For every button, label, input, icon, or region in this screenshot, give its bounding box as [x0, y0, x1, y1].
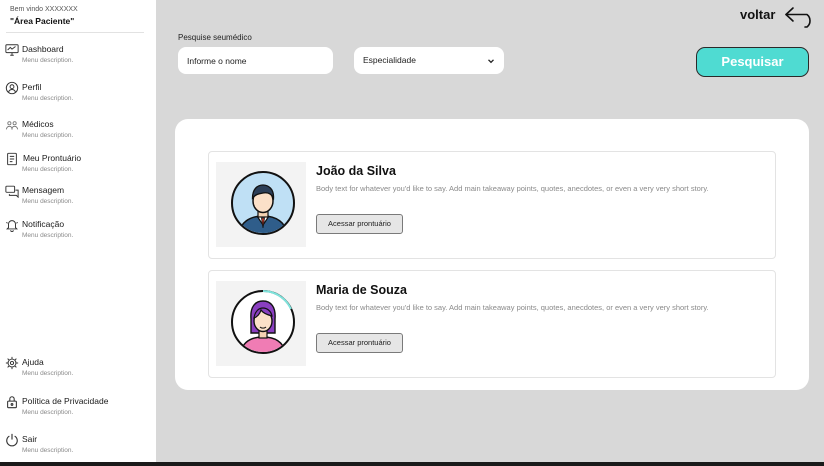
lock-icon [4, 395, 20, 409]
sidebar-item-privacidade[interactable]: Política de Privacidade Menu description… [4, 395, 152, 425]
message-icon [4, 184, 20, 198]
access-record-button[interactable]: Acessar prontuário [316, 333, 403, 353]
name-search-input[interactable] [178, 47, 333, 74]
access-record-button[interactable]: Acessar prontuário [316, 214, 403, 234]
male-doctor-avatar-icon [231, 171, 295, 235]
sidebar-item-label: Meu Prontuário [23, 153, 82, 163]
sidebar-item-desc: Menu description. [22, 370, 74, 377]
help-icon [4, 356, 20, 370]
chevron-down-icon [488, 59, 494, 64]
sidebar-item-desc: Menu description. [22, 409, 74, 416]
doctor-name: João da Silva [316, 164, 396, 178]
user-icon [4, 81, 20, 95]
doctor-card: João da Silva Body text for whatever you… [208, 151, 776, 259]
sidebar-item-desc: Menu description. [22, 57, 74, 64]
sidebar-item-ajuda[interactable]: Ajuda Menu description. [4, 356, 152, 386]
avatar [216, 281, 306, 366]
sidebar-item-label: Mensagem [22, 185, 65, 195]
back-arrow-icon[interactable] [784, 5, 818, 29]
sidebar-item-label: Notificação [22, 219, 65, 229]
specialty-select-value: Especialidade [363, 55, 416, 65]
doctor-name: Maria de Souza [316, 283, 407, 297]
sidebar-item-prontuario[interactable]: Meu Prontuário Menu description. [4, 152, 152, 182]
sidebar-item-label: Perfil [22, 82, 42, 92]
search-button[interactable]: Pesquisar [696, 47, 809, 77]
sidebar-item-desc: Menu description. [22, 447, 74, 454]
doctor-description: Body text for whatever you'd like to say… [316, 303, 709, 312]
sidebar-item-label: Sair [22, 434, 38, 444]
specialty-select[interactable]: Especialidade [354, 47, 504, 74]
medical-record-icon [4, 152, 20, 166]
sidebar-item-label: Médicos [22, 119, 54, 129]
doctors-icon [4, 118, 20, 132]
results-panel: João da Silva Body text for whatever you… [175, 119, 809, 390]
female-doctor-avatar-icon [231, 290, 295, 354]
sidebar-item-desc: Menu description. [22, 95, 74, 102]
doctor-description: Body text for whatever you'd like to say… [316, 184, 709, 193]
sidebar-item-label: Política de Privacidade [22, 396, 109, 406]
doctor-card: Maria de Souza Body text for whatever yo… [208, 270, 776, 378]
avatar [216, 162, 306, 247]
divider [6, 32, 144, 33]
sidebar-item-label: Ajuda [22, 357, 44, 367]
sidebar-item-desc: Menu description. [22, 132, 74, 139]
bottom-bar [0, 462, 824, 466]
dashboard-icon [4, 43, 20, 57]
bell-icon [4, 218, 20, 232]
sidebar-item-medicos[interactable]: Médicos Menu description. [4, 118, 152, 148]
sidebar-item-desc: Menu description. [22, 232, 74, 239]
sidebar-item-notificacao[interactable]: Notificação Menu description. [4, 218, 152, 248]
sidebar-item-perfil[interactable]: Perfil Menu description. [4, 81, 152, 111]
sidebar-item-sair[interactable]: Sair Menu description. [4, 433, 152, 463]
power-icon [4, 433, 20, 447]
welcome-text: Bem vindo XXXXXXX [10, 6, 78, 13]
area-title: "Área Paciente" [10, 16, 75, 26]
sidebar-item-desc: Menu description. [22, 166, 74, 173]
sidebar: Bem vindo XXXXXXX "Área Paciente" Dashbo… [0, 0, 156, 462]
sidebar-item-label: Dashboard [22, 44, 64, 54]
sidebar-item-mensagem[interactable]: Mensagem Menu description. [4, 184, 152, 214]
sidebar-item-desc: Menu description. [22, 198, 74, 205]
sidebar-item-dashboard[interactable]: Dashboard Menu description. [4, 43, 152, 73]
search-label: Pesquise seumédico [178, 33, 252, 42]
back-link[interactable]: voltar [740, 7, 775, 22]
